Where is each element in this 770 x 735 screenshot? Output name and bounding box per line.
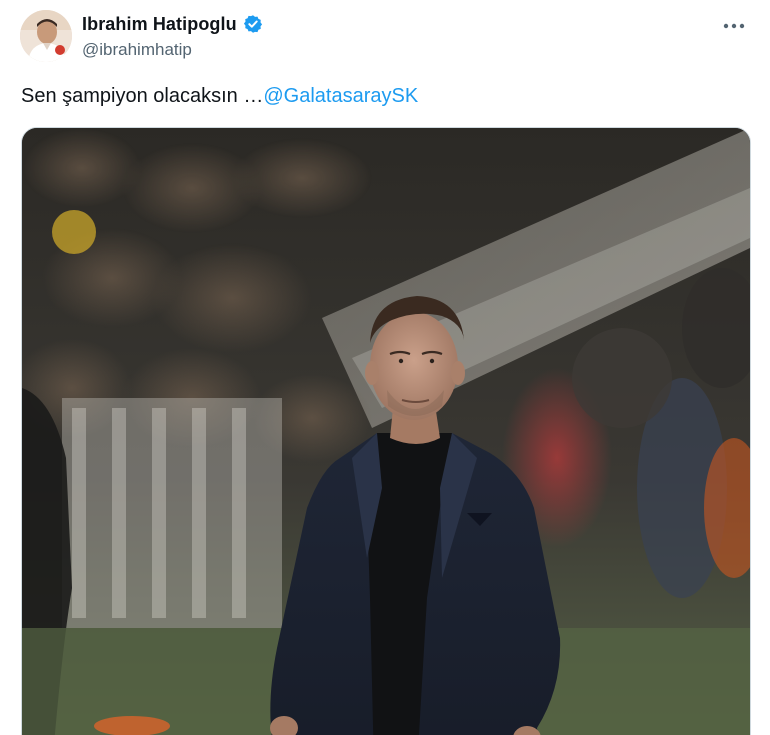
tweet-text-body: Sen şampiyon olacaksın … — [21, 85, 264, 107]
photo — [22, 128, 750, 735]
tweet-header: Ibrahim Hatipoglu @ibrahimhatip — [20, 10, 750, 66]
verified-badge-icon[interactable] — [243, 14, 263, 34]
tweet-text: Sen şampiyon olacaksın …@GalatasaraySK — [21, 84, 418, 108]
tweet-photo[interactable] — [21, 127, 751, 735]
mention-link[interactable]: @GalatasaraySK — [263, 85, 418, 107]
author-names: Ibrahim Hatipoglu @ibrahimhatip — [82, 12, 263, 60]
author-handle[interactable]: @ibrahimhatip — [82, 40, 263, 60]
tweet-card: Ibrahim Hatipoglu @ibrahimhatip Sen şamp… — [0, 0, 770, 735]
avatar[interactable] — [20, 10, 72, 62]
avatar-image — [20, 10, 72, 62]
display-name-row: Ibrahim Hatipoglu — [82, 12, 263, 36]
more-options-icon[interactable] — [718, 14, 750, 38]
display-name[interactable]: Ibrahim Hatipoglu — [82, 14, 237, 35]
